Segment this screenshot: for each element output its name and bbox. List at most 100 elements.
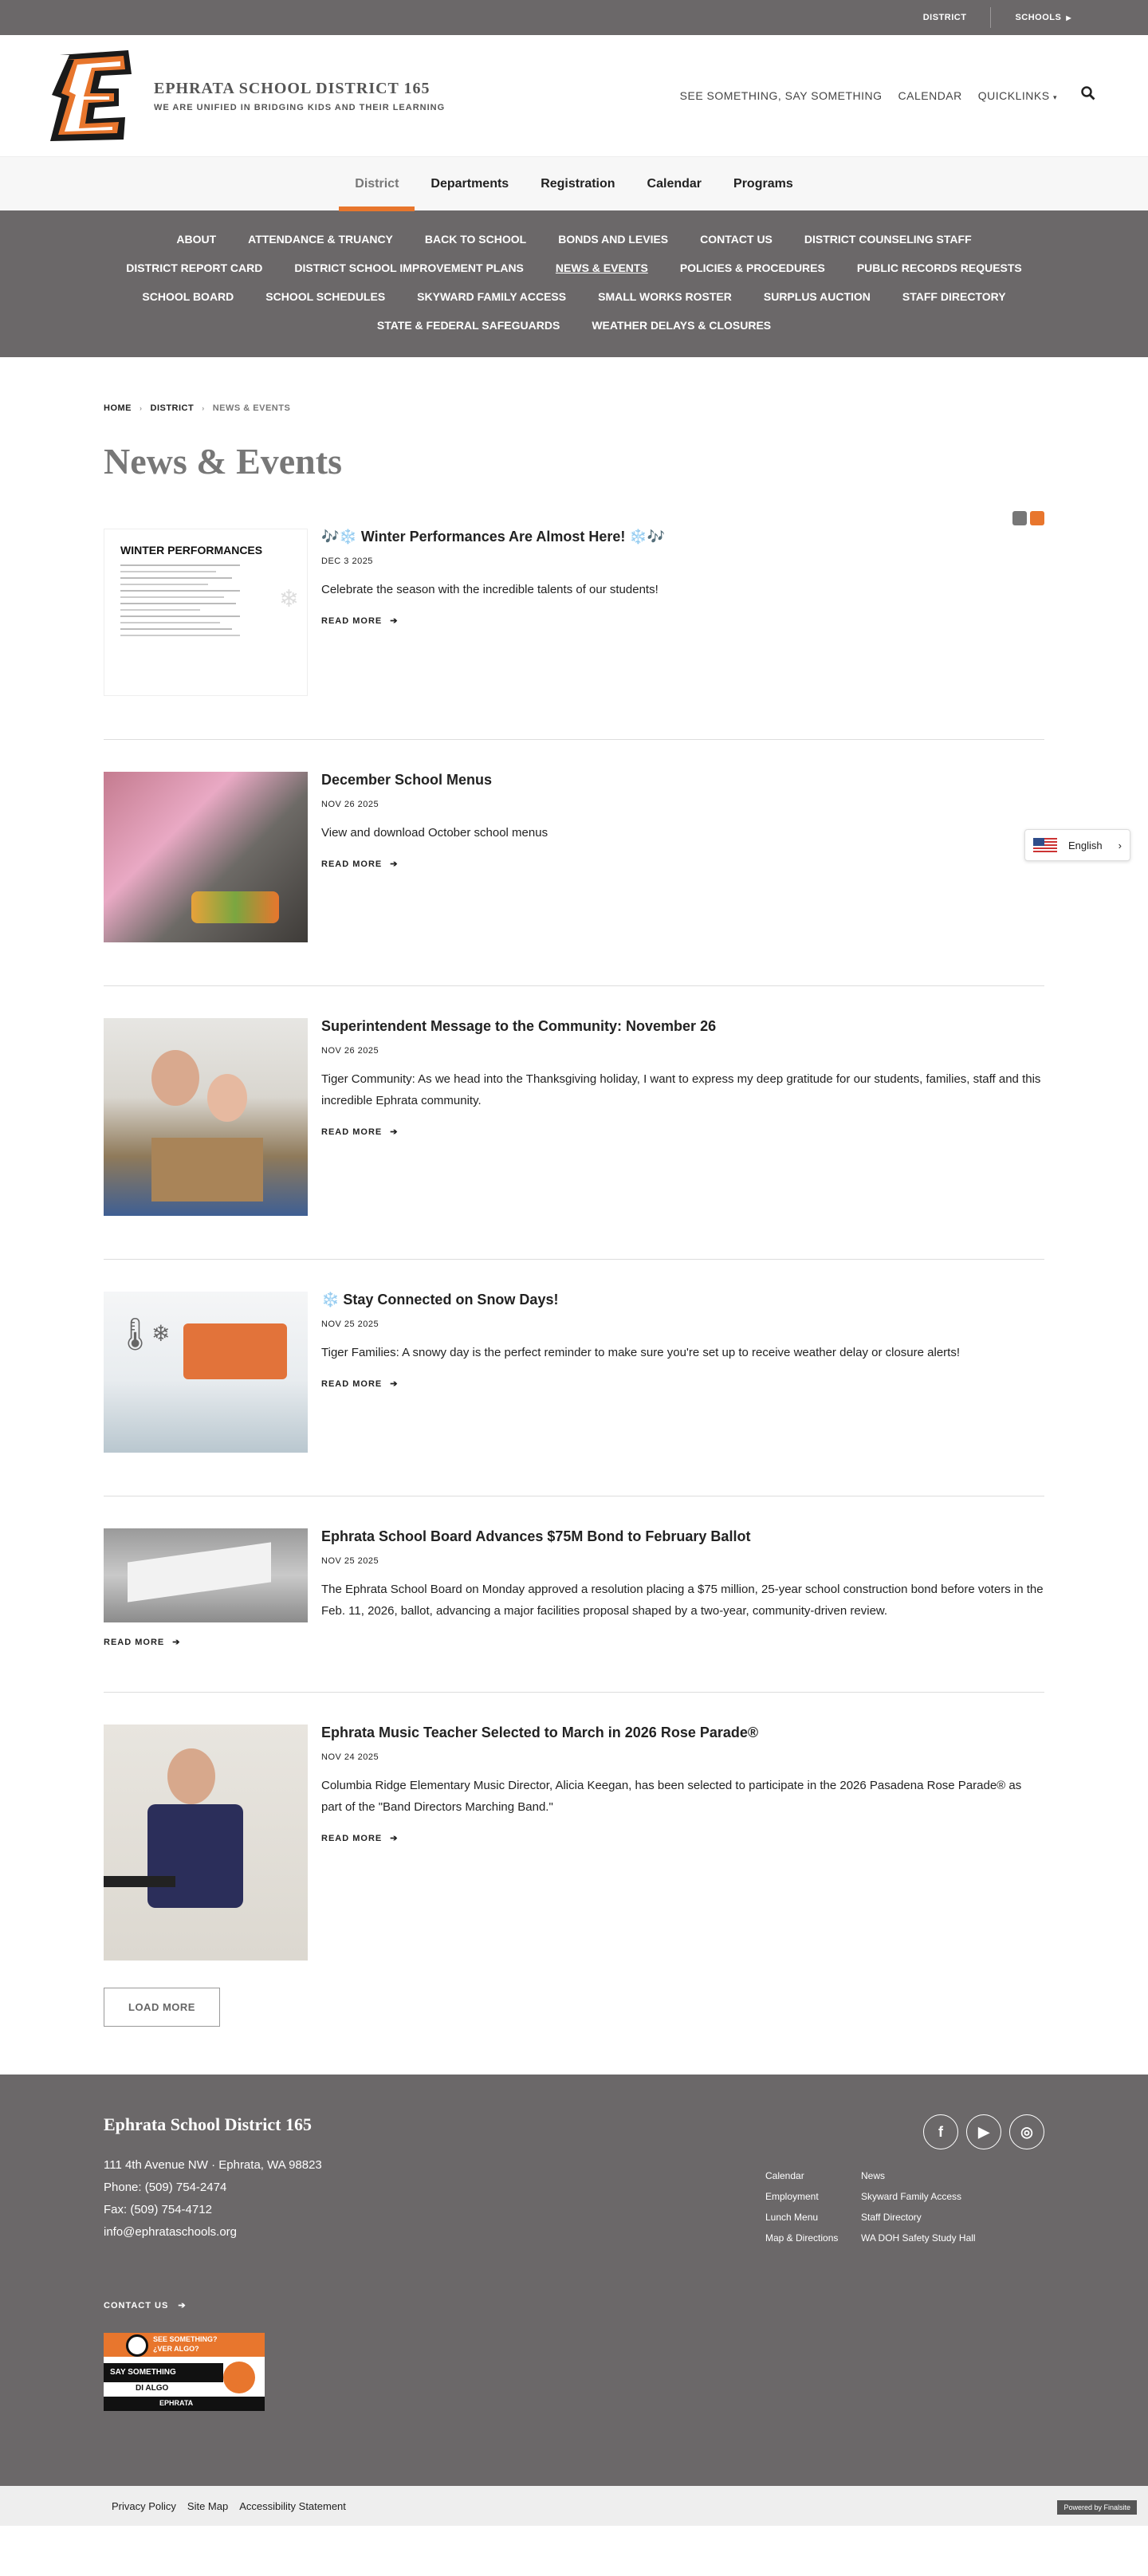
subnav-school-board[interactable]: SCHOOL BOARD — [142, 290, 234, 303]
footer-district-name: Ephrata School District 165 — [104, 2114, 312, 2134]
post-thumbnail[interactable] — [104, 772, 308, 942]
accessibility-link[interactable]: Accessibility Statement — [239, 2500, 346, 2512]
load-more-button[interactable]: LOAD MORE — [104, 1988, 220, 2027]
subnav-small-works[interactable]: SMALL WORKS ROSTER — [598, 290, 732, 303]
search-icon[interactable] — [1081, 86, 1095, 105]
subnav-surplus-auction[interactable]: SURPLUS AUCTION — [764, 290, 871, 303]
footer-link-employment[interactable]: Employment — [765, 2191, 861, 2202]
post-title[interactable]: Superintendent Message to the Community:… — [321, 1018, 1044, 1035]
footer-link-map[interactable]: Map & Directions — [765, 2232, 861, 2244]
notification-icon[interactable] — [1030, 511, 1044, 525]
instagram-icon[interactable]: ◎ — [1009, 2114, 1044, 2149]
subnav-policies[interactable]: POLICIES & PROCEDURES — [680, 262, 825, 274]
quicklinks-label: QUICKLINKS — [977, 89, 1050, 102]
arrow-right-icon: ➔ — [390, 859, 399, 869]
nav-departments[interactable]: Departments — [431, 157, 509, 211]
post-summary: Celebrate the season with the incredible… — [321, 583, 659, 596]
youtube-icon[interactable]: ▶ — [966, 2114, 1001, 2149]
read-more-link[interactable]: READ MORE ➔ — [321, 616, 398, 626]
read-more-label: READ MORE — [321, 1834, 383, 1843]
chevron-right-icon: ▶ — [1066, 14, 1071, 22]
nav-registration[interactable]: Registration — [541, 157, 615, 211]
news-item: Ephrata Music Teacher Selected to March … — [104, 1725, 1044, 1976]
post-date: NOV 25 2025 — [321, 1556, 379, 1566]
site-map-link[interactable]: Site Map — [187, 2500, 228, 2512]
post-thumbnail[interactable]: 🌡 ❄ — [104, 1292, 308, 1453]
district-logo[interactable] — [45, 49, 135, 143]
utility-district-link[interactable]: DISTRICT — [899, 13, 991, 22]
rss-icon[interactable] — [1012, 511, 1027, 525]
privacy-policy-link[interactable]: Privacy Policy — [112, 2500, 176, 2512]
nav-programs[interactable]: Programs — [733, 157, 793, 211]
utility-schools-link[interactable]: SCHOOLS ▶ — [991, 13, 1095, 22]
badge-line-3: SAY SOMETHING — [104, 2363, 223, 2382]
post-title[interactable]: Ephrata School Board Advances $75M Bond … — [321, 1528, 1044, 1545]
footer-link-lunch-menu[interactable]: Lunch Menu — [765, 2212, 861, 2223]
post-thumbnail[interactable] — [104, 1725, 308, 1961]
post-title[interactable]: Ephrata Music Teacher Selected to March … — [321, 1725, 1044, 1741]
subnav-school-schedules[interactable]: SCHOOL SCHEDULES — [265, 290, 385, 303]
arrow-right-icon: ➔ — [390, 616, 399, 626]
quicklinks-dropdown[interactable]: QUICKLINKS ▾ — [978, 89, 1057, 102]
footer-link-news[interactable]: News — [861, 2170, 1005, 2181]
subnav-back-to-school[interactable]: BACK TO SCHOOL — [425, 233, 526, 246]
sub-footer: Privacy Policy Site Map Accessibility St… — [0, 2486, 1148, 2526]
read-more-link[interactable]: READ MORE ➔ — [321, 1379, 398, 1389]
read-more-link[interactable]: READ MORE ➔ — [321, 859, 398, 869]
sub-nav: ABOUT ATTENDANCE & TRUANCY BACK TO SCHOO… — [0, 210, 1148, 357]
footer-email-link[interactable]: info@ephrataschools.org — [104, 2225, 237, 2239]
brand: EPHRATA SCHOOL DISTRICT 165 WE ARE UNIFI… — [154, 80, 445, 112]
post-title[interactable]: ❄️ Stay Connected on Snow Days! — [321, 1292, 1044, 1308]
subnav-safeguards[interactable]: STATE & FEDERAL SAFEGUARDS — [377, 319, 560, 332]
language-selector[interactable]: English › — [1024, 829, 1130, 861]
post-title[interactable]: December School Menus — [321, 772, 1044, 789]
social-links: f ▶ ◎ — [923, 2114, 1044, 2149]
read-more-link[interactable]: READ MORE ➔ — [321, 1127, 398, 1137]
footer-link-safety-study-hall[interactable]: WA DOH Safety Study Hall — [861, 2232, 1005, 2244]
snowflake-icon: ❄ — [151, 1321, 171, 1346]
footer-link-staff-directory[interactable]: Staff Directory — [861, 2212, 1005, 2223]
footer-contact-us-link[interactable]: CONTACT US ➔ — [104, 2300, 187, 2311]
subnav-about[interactable]: ABOUT — [176, 233, 216, 246]
winter-thumb-title: WINTER PERFORMANCES — [120, 544, 263, 556]
phone-label: Phone: — [104, 2181, 142, 2194]
nav-district[interactable]: District — [339, 157, 415, 211]
subnav-improvement-plans[interactable]: DISTRICT SCHOOL IMPROVEMENT PLANS — [294, 262, 524, 274]
building-render — [128, 1542, 271, 1603]
post-title[interactable]: 🎶❄️ Winter Performances Are Almost Here!… — [321, 529, 1044, 545]
nav-calendar[interactable]: Calendar — [647, 157, 702, 211]
subnav-news-events[interactable]: NEWS & EVENTS — [556, 262, 648, 274]
read-more-link[interactable]: READ MORE ➔ — [321, 1834, 398, 1843]
news-item: WINTER PERFORMANCES ❄ 🎶❄️ Winter Perform… — [104, 529, 1044, 740]
subnav-staff-directory[interactable]: STAFF DIRECTORY — [902, 290, 1006, 303]
post-thumbnail[interactable]: WINTER PERFORMANCES ❄ — [104, 529, 308, 696]
subnav-weather-delays[interactable]: WEATHER DELAYS & CLOSURES — [592, 319, 771, 332]
post-summary: View and download October school menus — [321, 826, 548, 840]
footer-link-skyward[interactable]: Skyward Family Access — [861, 2191, 1005, 2202]
see-something-link[interactable]: SEE SOMETHING, SAY SOMETHING — [680, 89, 883, 102]
post-date: NOV 26 2025 — [321, 1046, 379, 1056]
subnav-skyward[interactable]: SKYWARD FAMILY ACCESS — [417, 290, 566, 303]
subnav-public-records[interactable]: PUBLIC RECORDS REQUESTS — [857, 262, 1022, 274]
breadcrumb-district[interactable]: DISTRICT — [151, 403, 195, 413]
read-more-link[interactable]: READ MORE ➔ — [104, 1638, 180, 1647]
facebook-icon[interactable]: f — [923, 2114, 958, 2149]
breadcrumb-current: NEWS & EVENTS — [212, 403, 291, 413]
footer-link-calendar[interactable]: Calendar — [765, 2170, 861, 2181]
subnav-contact-us[interactable]: CONTACT US — [700, 233, 773, 246]
footer-phone-link[interactable]: (509) 754-2474 — [145, 2181, 227, 2194]
calendar-link[interactable]: CALENDAR — [898, 89, 962, 102]
district-name[interactable]: EPHRATA SCHOOL DISTRICT 165 — [154, 80, 445, 98]
subnav-bonds-levies[interactable]: BONDS AND LEVIES — [558, 233, 668, 246]
breadcrumb-home[interactable]: HOME — [104, 403, 132, 413]
post-thumbnail[interactable] — [104, 1018, 308, 1216]
powered-by-badge[interactable]: Powered by Finalsite — [1057, 2500, 1137, 2515]
post-body: Superintendent Message to the Community:… — [321, 1018, 1044, 1216]
read-more-label: READ MORE — [321, 616, 383, 626]
subnav-counseling-staff[interactable]: DISTRICT COUNSELING STAFF — [804, 233, 972, 246]
subnav-attendance[interactable]: ATTENDANCE & TRUANCY — [248, 233, 393, 246]
see-something-badge[interactable]: SEE SOMETHING? ¿VER ALGO? SAY SOMETHING … — [104, 2333, 265, 2411]
subnav-report-card[interactable]: DISTRICT REPORT CARD — [126, 262, 262, 274]
post-thumbnail[interactable] — [104, 1528, 308, 1622]
contact-us-label: CONTACT US — [104, 2301, 169, 2311]
